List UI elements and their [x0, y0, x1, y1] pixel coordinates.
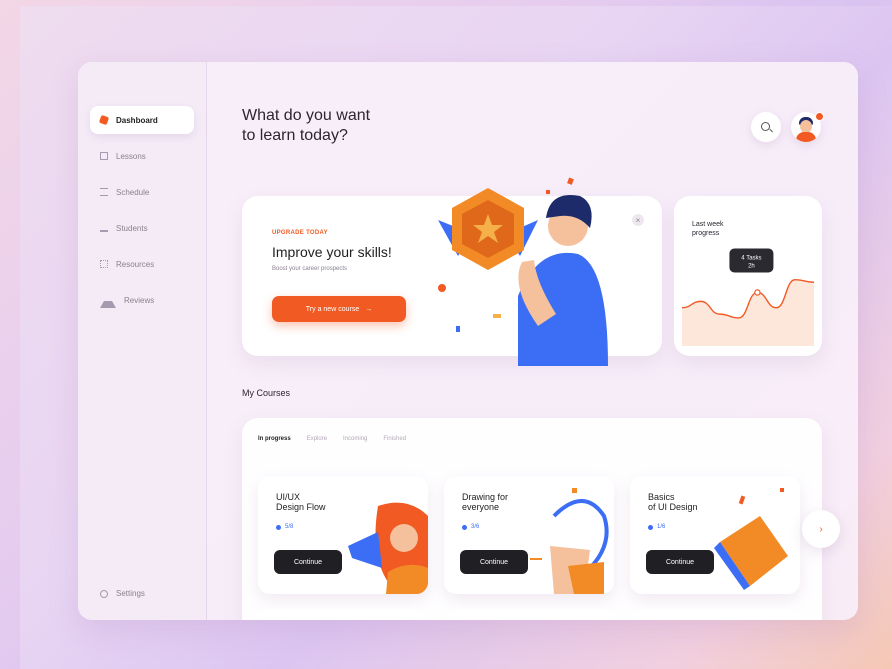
course-progress-value: 3/6	[471, 524, 480, 530]
sidebar-item-label: Schedule	[116, 187, 150, 197]
chevron-right-icon: ›	[819, 523, 823, 535]
lesson-icon	[462, 524, 467, 530]
course-card-placeholder	[630, 610, 800, 620]
sidebar-item-label: Lessons	[116, 151, 146, 161]
tooltip-line-1: 4 Tasks	[741, 255, 761, 261]
tab-in-progress[interactable]: In progress	[258, 436, 291, 442]
promo-subtitle: Boost your career prospects	[272, 266, 348, 272]
book-illustration	[714, 488, 788, 590]
megaphone-illustration	[348, 502, 428, 594]
lesson-icon	[276, 524, 281, 530]
search-icon-handle	[769, 128, 773, 133]
continue-button[interactable]: Continue	[274, 550, 342, 574]
confetti-icon	[493, 314, 501, 318]
page-title-line-2: to learn today?	[242, 127, 348, 144]
sidebar: Dashboard Lessons Schedule Students Reso…	[78, 62, 207, 620]
course-progress-value: 1/6	[657, 524, 666, 530]
progress-point[interactable]	[754, 289, 761, 296]
weekly-progress-card: Last week progress 4 Tasks 2h	[674, 196, 822, 356]
arrow-right-icon: →	[365, 305, 373, 313]
sleeve-shape-icon	[568, 562, 604, 594]
resources-icon	[100, 260, 108, 268]
notification-dot	[815, 112, 824, 121]
sidebar-item-label: Resources	[116, 259, 155, 269]
sidebar-item-dashboard[interactable]: Dashboard	[90, 106, 194, 134]
sidebar-item-resources[interactable]: Resources	[90, 250, 194, 278]
tooltip-line-2: 2h	[748, 263, 755, 269]
course-card-drawing[interactable]: Drawing for everyone 3/6 Continue	[444, 476, 614, 594]
progress-area	[682, 279, 814, 346]
confetti-icon	[438, 284, 446, 292]
face-shape-icon	[390, 524, 418, 552]
try-course-label: Try a new course	[305, 305, 360, 313]
lesson-icon	[648, 524, 653, 530]
sidebar-item-reviews[interactable]: Reviews	[90, 286, 194, 314]
continue-button[interactable]: Continue	[460, 550, 528, 574]
students-icon	[100, 224, 108, 232]
dashboard-icon	[98, 114, 110, 126]
reviews-icon	[100, 293, 116, 308]
tab-finished[interactable]: Finished	[383, 436, 406, 442]
close-icon: ×	[635, 215, 641, 225]
search-button[interactable]	[751, 112, 781, 142]
continue-button[interactable]: Continue	[646, 550, 714, 574]
sidebar-item-students[interactable]: Students	[90, 214, 194, 242]
course-progress: 1/6	[648, 524, 665, 530]
app-window: Dashboard Lessons Schedule Students Reso…	[78, 62, 858, 620]
promo-eyebrow: UPGRADE TODAY	[272, 230, 328, 236]
confetti-icon	[780, 488, 784, 492]
confetti-icon	[572, 488, 577, 493]
confetti-icon	[546, 190, 550, 194]
sidebar-item-lessons[interactable]: Lessons	[90, 142, 194, 170]
avatar-body	[796, 132, 816, 142]
progress-chart: 4 Tasks 2h	[681, 248, 815, 346]
course-progress: 5/8	[276, 524, 293, 530]
lessons-icon	[100, 152, 108, 160]
next-courses-button[interactable]: ›	[802, 510, 840, 548]
course-card-uiux[interactable]: UI/UX Design Flow 5/8 Continue	[258, 476, 428, 594]
page-title-line-1: What do you want	[242, 107, 371, 124]
course-tabs: In progress Explore Incoming Finished	[258, 436, 406, 442]
sidebar-item-label: Reviews	[124, 295, 155, 305]
confetti-icon	[530, 558, 542, 560]
confetti-icon	[456, 326, 460, 332]
course-card-basics[interactable]: Basics of UI Design 1/6 Continue	[630, 476, 800, 594]
sidebar-item-label: Students	[116, 223, 148, 233]
progress-tooltip: 4 Tasks 2h	[729, 248, 774, 273]
section-title-my-courses: My Courses	[242, 388, 291, 398]
sidebar-item-label: Dashboard	[116, 115, 158, 125]
promo-title: Improve your skills!	[272, 244, 392, 260]
book-cover-icon	[720, 516, 788, 586]
promo-banner: UPGRADE TODAY Improve your skills! Boost…	[242, 177, 662, 366]
gear-icon	[100, 589, 108, 598]
course-progress-value: 5/8	[285, 524, 294, 530]
sidebar-item-settings[interactable]: Settings	[100, 589, 145, 598]
courses-panel: In progress Explore Incoming Finished UI…	[242, 418, 822, 620]
close-button[interactable]: ×	[632, 214, 644, 226]
sidebar-nav: Dashboard Lessons Schedule Students Reso…	[90, 106, 194, 322]
confetti-icon	[567, 177, 574, 185]
confetti-icon	[738, 495, 746, 505]
course-card-placeholder	[258, 610, 428, 620]
tab-incoming[interactable]: Incoming	[343, 436, 367, 442]
tab-explore[interactable]: Explore	[307, 436, 327, 442]
sidebar-item-schedule[interactable]: Schedule	[90, 178, 194, 206]
course-card-placeholder	[444, 610, 614, 620]
try-course-button[interactable]: Try a new course →	[272, 296, 406, 322]
page-title: What do you want to learn today?	[242, 106, 442, 146]
megaphone-icon	[348, 532, 382, 568]
progress-title-line-1: Last week	[692, 221, 724, 228]
hero-illustration	[438, 177, 608, 366]
drawing-illustration	[530, 488, 609, 594]
course-progress: 3/6	[462, 524, 479, 530]
settings-label: Settings	[116, 589, 145, 598]
schedule-icon	[100, 188, 108, 196]
